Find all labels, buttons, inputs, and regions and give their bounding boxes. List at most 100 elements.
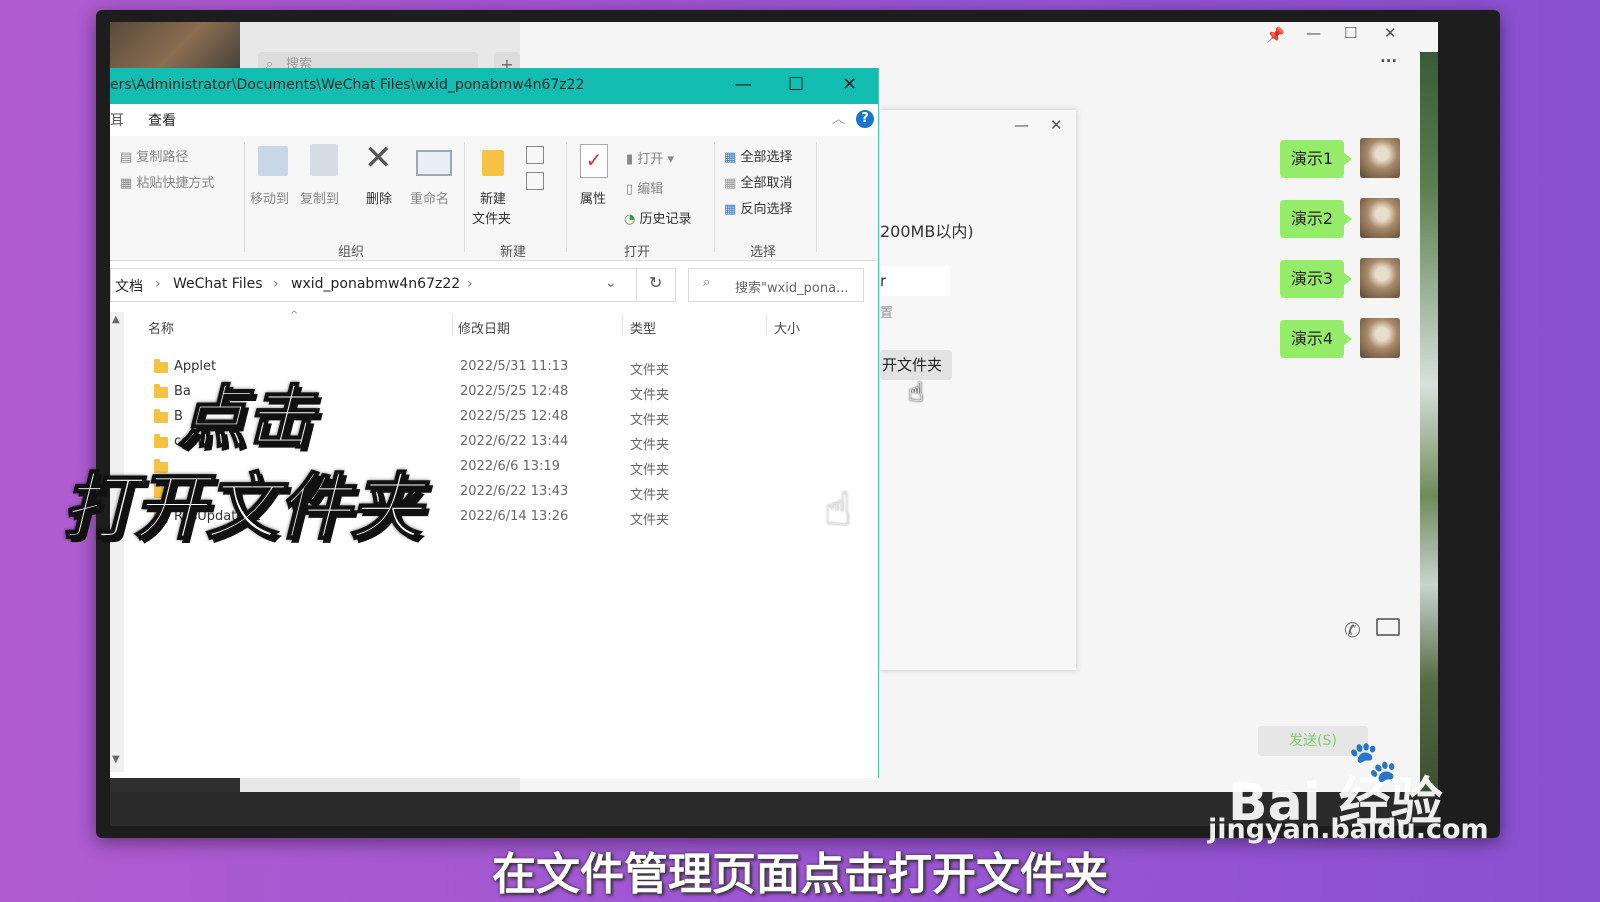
more-icon[interactable]: ··· [1380, 52, 1397, 70]
paste-shortcut-button[interactable]: ▦ 粘贴快捷方式 [120, 172, 214, 191]
properties-button[interactable]: 属性 [580, 188, 606, 207]
chevron-right-icon: › [467, 276, 473, 292]
ribbon-tabs: 耳 查看 ︿ ? [110, 104, 878, 136]
close-icon[interactable]: ✕ [1050, 116, 1063, 134]
address-bar[interactable]: 文档 › WeChat Files › wxid_ponabmw4n67z22 … [110, 268, 676, 302]
breadcrumb-wxid[interactable]: wxid_ponabmw4n67z22 [291, 276, 460, 292]
folder-icon [154, 409, 168, 423]
avatar[interactable] [1360, 258, 1400, 298]
tab-view[interactable]: 查看 [148, 110, 176, 130]
column-header-size[interactable]: 大小 [774, 318, 800, 337]
breadcrumb-wechat-files[interactable]: WeChat Files [173, 276, 263, 292]
message-bubble[interactable]: 演示1 [1280, 140, 1352, 178]
refresh-icon: ↻ [649, 273, 663, 292]
invert-selection-button[interactable]: ▦ 反向选择 [724, 198, 792, 217]
copy-to-button[interactable]: 复制到 [300, 188, 339, 207]
chevron-down-icon[interactable]: ▼ [112, 754, 120, 765]
column-header-name[interactable]: 名称 [148, 318, 174, 337]
sort-arrow-icon: ^ [290, 310, 299, 321]
paw-icon: 🐾 [1348, 739, 1398, 785]
open-button[interactable]: ▮ 打开 ▾ [626, 148, 674, 167]
caption-line1: 点击 [177, 378, 315, 459]
delete-icon: ✕ [364, 138, 393, 178]
mouse-pointer-icon: ☝ [908, 378, 924, 408]
invert-selection-icon: ▦ [724, 202, 737, 217]
select-all-button[interactable]: ▦ 全部选择 [724, 146, 792, 165]
close-icon[interactable]: ✕ [842, 74, 857, 95]
properties-icon: ✓ [580, 144, 608, 178]
storage-limit-text: 200MB以内) [880, 222, 974, 241]
hand-pointer-icon: ☝ [824, 482, 853, 536]
explorer-titlebar[interactable]: ers\Administrator\Documents\WeChat Files… [110, 68, 878, 104]
column-divider [766, 314, 767, 336]
explorer-search-input[interactable]: ⌕ 搜索"wxid_pona... [688, 268, 864, 302]
rename-button[interactable]: 重命名 [410, 188, 449, 207]
new-folder-icon [482, 150, 504, 176]
window-title: ers\Administrator\Documents\WeChat Files… [110, 77, 585, 93]
message-bubble[interactable]: 演示3 [1280, 260, 1352, 298]
phone-icon[interactable]: ✆ [1344, 618, 1361, 642]
close-icon[interactable]: ✕ [1384, 24, 1397, 42]
pin-icon[interactable]: 📌 [1266, 26, 1285, 44]
path-field[interactable]: r [880, 266, 950, 296]
copy-path-button[interactable]: ▤ 复制路径 [120, 146, 188, 165]
help-icon[interactable]: ? [856, 110, 874, 128]
move-to-button[interactable]: 移动到 [250, 188, 289, 207]
chevron-right-icon: › [273, 276, 279, 292]
select-all-icon: ▦ [724, 150, 737, 165]
minimize-icon[interactable]: — [1306, 24, 1321, 42]
chevron-down-icon[interactable]: ⌄ [605, 275, 617, 291]
group-separator [244, 142, 245, 252]
minimize-icon[interactable]: — [1014, 116, 1029, 134]
maximize-icon[interactable]: ☐ [1344, 24, 1357, 42]
column-divider [452, 314, 453, 336]
search-icon: ⌕ [703, 275, 711, 290]
avatar[interactable] [1360, 138, 1400, 178]
caption-line2: 打开文件夹 [61, 464, 423, 550]
delete-button[interactable]: 删除 [366, 188, 392, 207]
edit-button[interactable]: ▯ 编辑 [626, 178, 663, 197]
group-separator [464, 142, 465, 252]
copy-to-icon [310, 144, 338, 176]
group-label-open: 打开 [624, 245, 651, 260]
column-header-type[interactable]: 类型 [630, 318, 656, 337]
video-subtitle: 在文件管理页面点击打开文件夹 [492, 849, 1108, 900]
minimize-icon[interactable]: — [734, 74, 752, 95]
select-none-icon: ▦ [724, 176, 737, 191]
wallpaper-landscape [1420, 52, 1438, 792]
new-folder-button[interactable]: 新建 [480, 188, 506, 207]
folder-icon [154, 359, 168, 373]
folder-icon [154, 384, 168, 398]
video-call-icon[interactable] [1376, 618, 1400, 636]
move-to-icon [258, 146, 288, 176]
history-icon: ◔ [624, 212, 636, 227]
tab-fragment[interactable]: 耳 [110, 110, 124, 130]
new-item-icon[interactable] [526, 146, 544, 164]
chevron-right-icon: › [155, 276, 161, 292]
group-label-select: 选择 [750, 245, 777, 260]
select-none-button[interactable]: ▦ 全部取消 [724, 172, 792, 191]
history-button[interactable]: ◔ 历史记录 [624, 208, 692, 227]
message-bubble[interactable]: 演示2 [1280, 200, 1352, 238]
open-folder-button[interactable]: 开文件夹 [880, 350, 952, 380]
folder-icon [154, 434, 168, 448]
maximize-icon[interactable]: ☐ [788, 74, 804, 95]
column-divider [622, 314, 623, 336]
breadcrumb-documents[interactable]: 文档 [115, 276, 143, 296]
message-bubble[interactable]: 演示4 [1280, 320, 1352, 358]
settings-link[interactable]: 置 [880, 302, 893, 321]
rename-icon [416, 150, 452, 176]
group-label-new: 新建 [500, 245, 527, 260]
group-label-organize: 组织 [338, 245, 365, 260]
new-folder-button-line2[interactable]: 文件夹 [472, 208, 511, 227]
chevron-up-icon[interactable]: ︿ [832, 108, 845, 127]
easy-access-icon[interactable] [526, 172, 544, 190]
ribbon: ▤ 复制路径 ▦ 粘贴快捷方式 移动到 复制到 ✕ 删除 重命名 组织 新建 文… [110, 136, 878, 261]
avatar[interactable] [1360, 318, 1400, 358]
chevron-up-icon[interactable]: ▲ [112, 314, 120, 325]
column-header-date[interactable]: 修改日期 [458, 318, 510, 337]
refresh-button[interactable]: ↻ [636, 268, 675, 300]
group-separator [816, 142, 817, 252]
avatar[interactable] [1360, 198, 1400, 238]
group-separator [566, 142, 567, 252]
